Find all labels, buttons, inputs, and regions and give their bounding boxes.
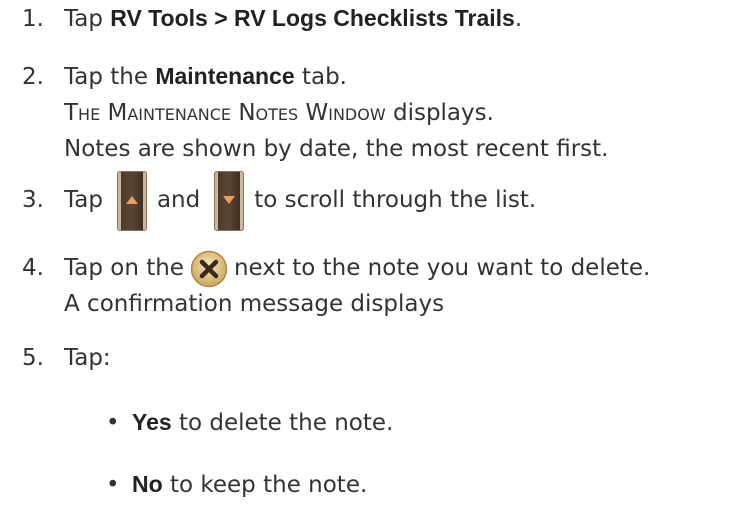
step-text-prefix: Tap the — [64, 64, 156, 90]
step-5: 5. Tap: — [22, 340, 722, 376]
list-item-no: • No to keep the note. — [106, 466, 367, 503]
instruction-document: 1. Tap RV Tools > RV Logs Checklists Trai… — [0, 0, 729, 517]
option-description: to delete the note. — [171, 410, 394, 436]
step-text-suffix: next to the note you want to delete. — [233, 255, 651, 281]
list-item-yes: • Yes to delete the note. — [106, 404, 393, 441]
step-text-suffix: . — [514, 6, 523, 32]
tab-name: Maintenance — [155, 63, 295, 89]
step-2: 2. Tap the Maintenance tab. The Maintenan… — [22, 58, 722, 167]
step-4: 4. Tap on the next to the note you want to… — [22, 250, 722, 322]
step-number: 1. — [22, 6, 44, 32]
step-text-prefix: Tap — [64, 6, 111, 32]
option-description: to keep the note. — [162, 472, 368, 498]
scroll-up-button-icon — [116, 170, 147, 231]
step-number: 4. — [22, 255, 44, 281]
step-text-middle: and — [156, 187, 201, 213]
step-number: 3. — [22, 187, 44, 213]
step-3: 3. Tap and to scroll through the list. — [22, 170, 722, 231]
step-text: Tap: — [64, 345, 111, 371]
bullet-dot-icon: • — [106, 410, 120, 436]
delete-x-button-icon — [190, 250, 228, 288]
step-text-prefix: Tap — [64, 187, 103, 213]
step-2-line-2: The Maintenance Notes Window displays. — [22, 95, 722, 131]
step-number: 5. — [22, 345, 44, 371]
menu-path: RV Tools > RV Logs Checklists Trails — [110, 5, 515, 31]
scroll-down-button-icon — [214, 170, 245, 231]
step-1: 1. Tap RV Tools > RV Logs Checklists Trai… — [22, 0, 722, 37]
window-name: The Maintenance Notes Window — [64, 100, 386, 126]
line-2-rest: displays. — [385, 100, 494, 126]
step-text-prefix: Tap on the — [64, 255, 184, 281]
step-4-line-2: A confirmation message displays — [64, 291, 445, 317]
step-2-line-3: Notes are shown by date, the most recent… — [64, 136, 609, 162]
step-number: 2. — [22, 64, 44, 90]
bullet-dot-icon: • — [106, 472, 120, 498]
option-label: No — [132, 471, 163, 497]
step-text-suffix: to scroll through the list. — [254, 187, 537, 213]
step-text-suffix: tab. — [294, 64, 347, 90]
option-label: Yes — [132, 409, 172, 435]
